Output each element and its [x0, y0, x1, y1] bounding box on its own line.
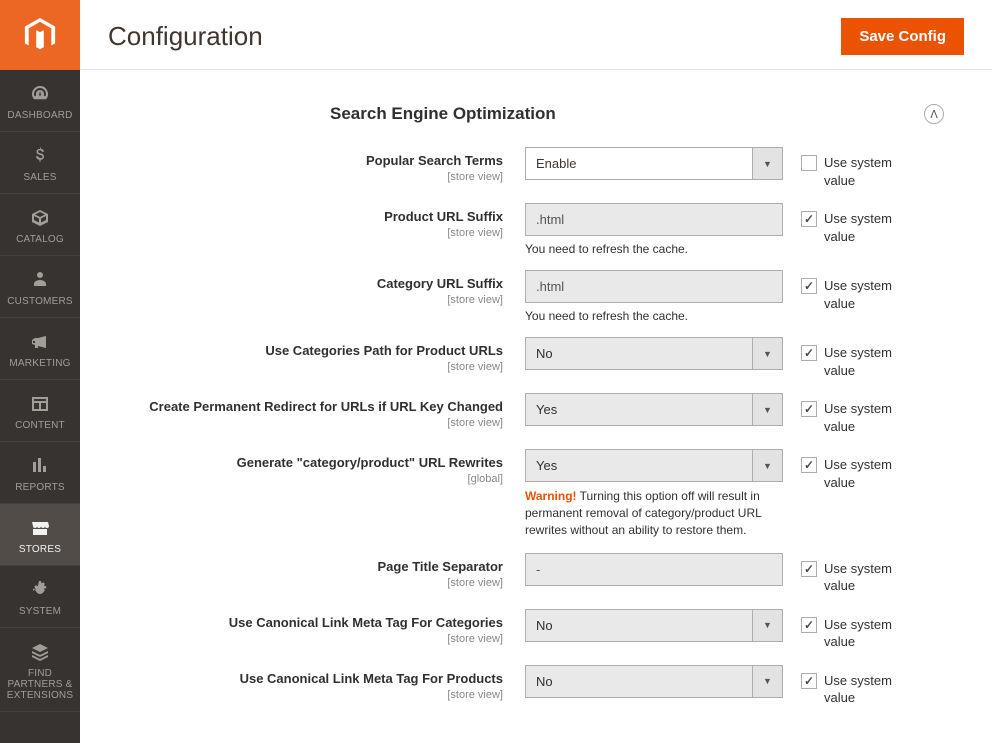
use-system-label: Use system value: [824, 616, 903, 651]
use-system-checkbox[interactable]: [801, 278, 817, 294]
use-system-checkbox[interactable]: [801, 561, 817, 577]
field-label: Generate "category/product" URL Rewrites: [80, 455, 503, 472]
field-row-category-url-suffix: Category URL Suffix [store view] You nee…: [80, 263, 964, 330]
use-system-label: Use system value: [824, 456, 903, 491]
page-title: Configuration: [108, 21, 263, 52]
field-scope: [store view]: [80, 361, 503, 373]
field-scope: [store view]: [80, 227, 503, 239]
use-system-checkbox[interactable]: [801, 617, 817, 633]
use-system-label: Use system value: [824, 277, 903, 312]
field-row-permanent-redirect: Create Permanent Redirect for URLs if UR…: [80, 386, 964, 442]
sidebar-item-catalog[interactable]: CATALOG: [0, 194, 80, 256]
field-label: Use Categories Path for Product URLs: [80, 343, 503, 360]
popular-search-terms-select[interactable]: Enable ▼: [525, 147, 783, 180]
sidebar-item-marketing[interactable]: MARKETING: [0, 318, 80, 380]
sidebar-item-customers[interactable]: CUSTOMERS: [0, 256, 80, 318]
field-label: Use Canonical Link Meta Tag For Categori…: [80, 615, 503, 632]
sidebar-item-dashboard[interactable]: DASHBOARD: [0, 70, 80, 132]
generate-rewrites-select[interactable]: Yes ▼: [525, 449, 783, 482]
field-row-canonical-products: Use Canonical Link Meta Tag For Products…: [80, 658, 964, 714]
field-label: Use Canonical Link Meta Tag For Products: [80, 671, 503, 688]
use-system-checkbox[interactable]: [801, 457, 817, 473]
use-system-checkbox[interactable]: [801, 673, 817, 689]
field-warning: Warning! Turning this option off will re…: [525, 488, 783, 538]
field-row-popular-search-terms: Popular Search Terms [store view] Enable…: [80, 140, 964, 196]
use-system-label: Use system value: [824, 672, 903, 707]
admin-sidebar: DASHBOARD SALES CATALOG CUSTOMERS MARKET…: [0, 0, 80, 743]
use-system-label: Use system value: [824, 560, 903, 595]
use-system-checkbox[interactable]: [801, 155, 817, 171]
sidebar-item-reports[interactable]: REPORTS: [0, 442, 80, 504]
field-row-canonical-categories: Use Canonical Link Meta Tag For Categori…: [80, 602, 964, 658]
field-label: Product URL Suffix: [80, 209, 503, 226]
sidebar-item-stores[interactable]: STORES: [0, 504, 80, 566]
collapse-icon[interactable]: ᐱ: [924, 104, 944, 124]
magento-logo[interactable]: [0, 0, 80, 70]
partners-icon: [28, 640, 52, 664]
use-system-checkbox[interactable]: [801, 401, 817, 417]
marketing-icon: [28, 330, 52, 354]
field-scope: [store view]: [80, 633, 503, 645]
sales-icon: [28, 144, 52, 168]
field-scope: [store view]: [80, 171, 503, 183]
field-note: You need to refresh the cache.: [525, 242, 783, 256]
sidebar-item-content[interactable]: CONTENT: [0, 380, 80, 442]
chevron-down-icon: ▼: [752, 148, 782, 179]
field-label: Popular Search Terms: [80, 153, 503, 170]
use-system-label: Use system value: [824, 400, 903, 435]
page-header: Configuration Save Config: [80, 0, 992, 70]
field-label: Page Title Separator: [80, 559, 503, 576]
field-scope: [store view]: [80, 577, 503, 589]
section-header-seo[interactable]: Search Engine Optimization ᐱ: [330, 94, 964, 140]
reports-icon: [28, 454, 52, 478]
field-note: You need to refresh the cache.: [525, 309, 783, 323]
section-title: Search Engine Optimization: [330, 104, 556, 124]
product-url-suffix-input[interactable]: [525, 203, 783, 236]
field-row-use-categories-path: Use Categories Path for Product URLs [st…: [80, 330, 964, 386]
chevron-down-icon: ▼: [752, 450, 782, 481]
use-system-checkbox[interactable]: [801, 211, 817, 227]
canonical-categories-select[interactable]: No ▼: [525, 609, 783, 642]
field-row-generate-rewrites: Generate "category/product" URL Rewrites…: [80, 442, 964, 545]
field-scope: [global]: [80, 473, 503, 485]
field-scope: [store view]: [80, 689, 503, 701]
use-categories-path-select[interactable]: No ▼: [525, 337, 783, 370]
customers-icon: [28, 268, 52, 292]
category-url-suffix-input[interactable]: [525, 270, 783, 303]
chevron-down-icon: ▼: [752, 610, 782, 641]
field-row-product-url-suffix: Product URL Suffix [store view] You need…: [80, 196, 964, 263]
chevron-down-icon: ▼: [752, 338, 782, 369]
save-config-button[interactable]: Save Config: [841, 18, 964, 55]
field-scope: [store view]: [80, 294, 503, 306]
field-label: Create Permanent Redirect for URLs if UR…: [80, 399, 503, 416]
chevron-down-icon: ▼: [752, 666, 782, 697]
dashboard-icon: [28, 82, 52, 106]
chevron-down-icon: ▼: [752, 394, 782, 425]
use-system-label: Use system value: [824, 154, 903, 189]
catalog-icon: [28, 206, 52, 230]
field-row-page-title-separator: Page Title Separator [store view] Use sy…: [80, 546, 964, 602]
sidebar-item-partners[interactable]: FIND PARTNERS & EXTENSIONS: [0, 628, 80, 712]
permanent-redirect-select[interactable]: Yes ▼: [525, 393, 783, 426]
field-scope: [store view]: [80, 417, 503, 429]
sidebar-item-system[interactable]: SYSTEM: [0, 566, 80, 628]
content-icon: [28, 392, 52, 416]
use-system-checkbox[interactable]: [801, 345, 817, 361]
sidebar-item-sales[interactable]: SALES: [0, 132, 80, 194]
use-system-label: Use system value: [824, 344, 903, 379]
field-label: Category URL Suffix: [80, 276, 503, 293]
stores-icon: [28, 516, 52, 540]
system-icon: [28, 578, 52, 602]
canonical-products-select[interactable]: No ▼: [525, 665, 783, 698]
use-system-label: Use system value: [824, 210, 903, 245]
page-title-separator-input[interactable]: [525, 553, 783, 586]
